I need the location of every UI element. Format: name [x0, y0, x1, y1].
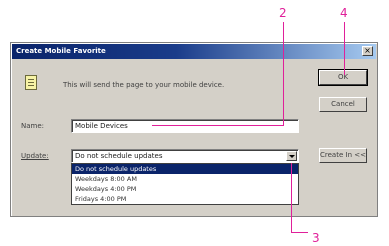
dialog-titlebar[interactable]: Create Mobile Favorite × [12, 44, 376, 59]
ok-button[interactable]: OK [318, 69, 368, 86]
callout-line-2-horizontal [152, 125, 284, 126]
name-label: Name: [21, 122, 45, 130]
update-option[interactable]: Do not schedule updates [72, 164, 298, 174]
dialog-message: This will send the page to your mobile d… [63, 81, 225, 89]
update-select[interactable]: Do not schedule updates [71, 149, 299, 163]
callout-line-4 [344, 22, 345, 75]
close-button[interactable]: × [362, 46, 373, 56]
create-mobile-favorite-dialog: Create Mobile Favorite × This will send … [10, 42, 378, 217]
callout-number-3: 3 [312, 231, 320, 245]
cancel-button[interactable]: Cancel [319, 97, 367, 112]
chevron-down-icon[interactable] [286, 151, 297, 161]
create-in-button[interactable]: Create In << [319, 148, 367, 163]
name-input[interactable]: Mobile Devices [71, 119, 299, 133]
update-option[interactable]: Weekdays 8:00 AM [72, 174, 298, 184]
update-option[interactable]: Fridays 4:00 PM [72, 194, 298, 204]
update-option[interactable]: Weekdays 4:00 PM [72, 184, 298, 194]
callout-line-3-horizontal [291, 232, 308, 233]
callout-number-4: 4 [340, 6, 348, 20]
update-dropdown-list: Do not schedule updates Weekdays 8:00 AM… [71, 163, 299, 205]
callout-line-2 [283, 22, 284, 126]
callout-number-2: 2 [279, 6, 287, 20]
update-label: Update: [21, 152, 49, 160]
dialog-title: Create Mobile Favorite [16, 47, 106, 55]
callout-line-3 [291, 163, 292, 232]
update-select-value: Do not schedule updates [75, 152, 163, 160]
screenshot-stage: Create Mobile Favorite × This will send … [0, 0, 389, 246]
page-icon [25, 75, 37, 90]
